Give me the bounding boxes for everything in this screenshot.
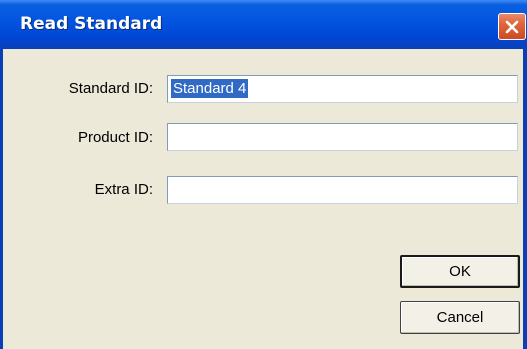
ok-button[interactable]: OK — [400, 255, 520, 288]
title-bar[interactable]: Read Standard — [0, 0, 527, 49]
extra-id-field[interactable] — [167, 176, 518, 204]
standard-id-field[interactable]: Standard 4 — [167, 75, 518, 103]
window-title: Read Standard — [20, 14, 163, 34]
standard-id-value: Standard 4 — [171, 79, 249, 98]
cancel-button[interactable]: Cancel — [400, 301, 520, 334]
product-id-field[interactable] — [167, 123, 518, 151]
close-button[interactable] — [498, 13, 526, 40]
product-id-label: Product ID: — [77, 129, 153, 146]
close-icon — [505, 20, 519, 34]
dialog-window: Read Standard Standard ID: Standard 4 Pr… — [0, 0, 527, 349]
standard-id-label: Standard ID: — [68, 80, 153, 97]
extra-id-label: Extra ID: — [94, 181, 153, 198]
